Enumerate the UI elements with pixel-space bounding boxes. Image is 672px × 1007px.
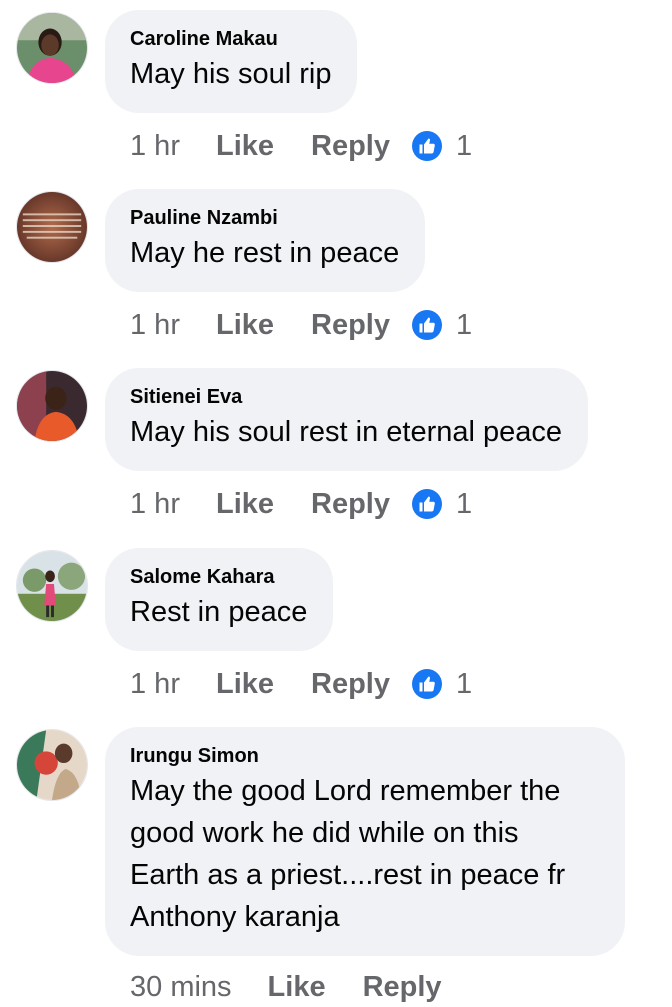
reply-button[interactable]: Reply (363, 971, 442, 1004)
reply-button[interactable]: Reply (311, 488, 390, 521)
comment-text: May his soul rip (130, 58, 332, 90)
comment-actions: 1 hr Like Reply 1 (130, 664, 472, 704)
comment-actions: 1 hr Like Reply 1 (130, 484, 472, 524)
like-button[interactable]: Like (268, 971, 326, 1004)
comment-timestamp[interactable]: 1 hr (130, 309, 180, 342)
reaction-summary[interactable]: 1 (412, 668, 472, 701)
thumbs-up-icon (412, 131, 442, 161)
like-button[interactable]: Like (216, 668, 274, 701)
reply-button[interactable]: Reply (311, 309, 390, 342)
comment-text-line: Anthony karanja (130, 901, 340, 933)
comment-text: May the good Lord remember the good work… (130, 770, 599, 938)
comment-timestamp[interactable]: 1 hr (130, 488, 180, 521)
comment-author[interactable]: Pauline Nzambi (130, 205, 399, 231)
avatar[interactable] (16, 191, 88, 263)
reaction-count: 1 (456, 308, 473, 341)
comment-author[interactable]: Sitienei Eva (130, 384, 562, 410)
avatar[interactable] (16, 729, 88, 801)
comment-bubble: Caroline Makau May his soul rip (105, 10, 358, 113)
reaction-summary[interactable]: 1 (412, 130, 472, 163)
like-button[interactable]: Like (216, 488, 274, 521)
reaction-summary[interactable]: 1 (412, 309, 472, 342)
comment-author[interactable]: Irungu Simon (130, 743, 599, 769)
comment-text-line: good work he did while on this (130, 817, 519, 849)
comment-author[interactable]: Caroline Makau (130, 26, 331, 52)
avatar[interactable] (16, 12, 88, 84)
avatar[interactable] (16, 370, 88, 442)
reaction-count: 1 (456, 667, 473, 700)
thumbs-up-icon (412, 310, 442, 340)
comment-timestamp[interactable]: 1 hr (130, 130, 180, 163)
comment-author[interactable]: Salome Kahara (130, 564, 307, 590)
reaction-count: 1 (456, 487, 473, 520)
reply-button[interactable]: Reply (311, 130, 390, 163)
comment-timestamp[interactable]: 1 hr (130, 668, 180, 701)
like-button[interactable]: Like (216, 130, 274, 163)
comment-bubble: Irungu Simon May the good Lord remember … (105, 727, 625, 956)
comment-text: Rest in peace (130, 596, 308, 628)
reaction-summary[interactable]: 1 (412, 488, 472, 521)
thumbs-up-icon (412, 669, 442, 699)
comment-actions: 1 hr Like Reply 1 (130, 126, 472, 166)
comment-text-line: May the good Lord remember the (130, 775, 561, 807)
comment-bubble: Pauline Nzambi May he rest in peace (105, 189, 426, 292)
comment-actions: 30 mins Like Reply (130, 967, 464, 1007)
reply-button[interactable]: Reply (311, 668, 390, 701)
reaction-count: 1 (456, 129, 473, 162)
comment-text: May he rest in peace (130, 237, 400, 269)
comment-actions: 1 hr Like Reply 1 (130, 305, 472, 345)
avatar[interactable] (16, 550, 88, 622)
thumbs-up-icon (412, 489, 442, 519)
comment-text-line: Earth as a priest....rest in peace fr (130, 859, 566, 891)
comment-bubble: Sitienei Eva May his soul rest in eterna… (105, 368, 588, 471)
like-button[interactable]: Like (216, 309, 274, 342)
comment-text: May his soul rest in eternal peace (130, 416, 562, 448)
comment-bubble: Salome Kahara Rest in peace (105, 548, 334, 651)
comment-timestamp[interactable]: 30 mins (130, 971, 232, 1004)
